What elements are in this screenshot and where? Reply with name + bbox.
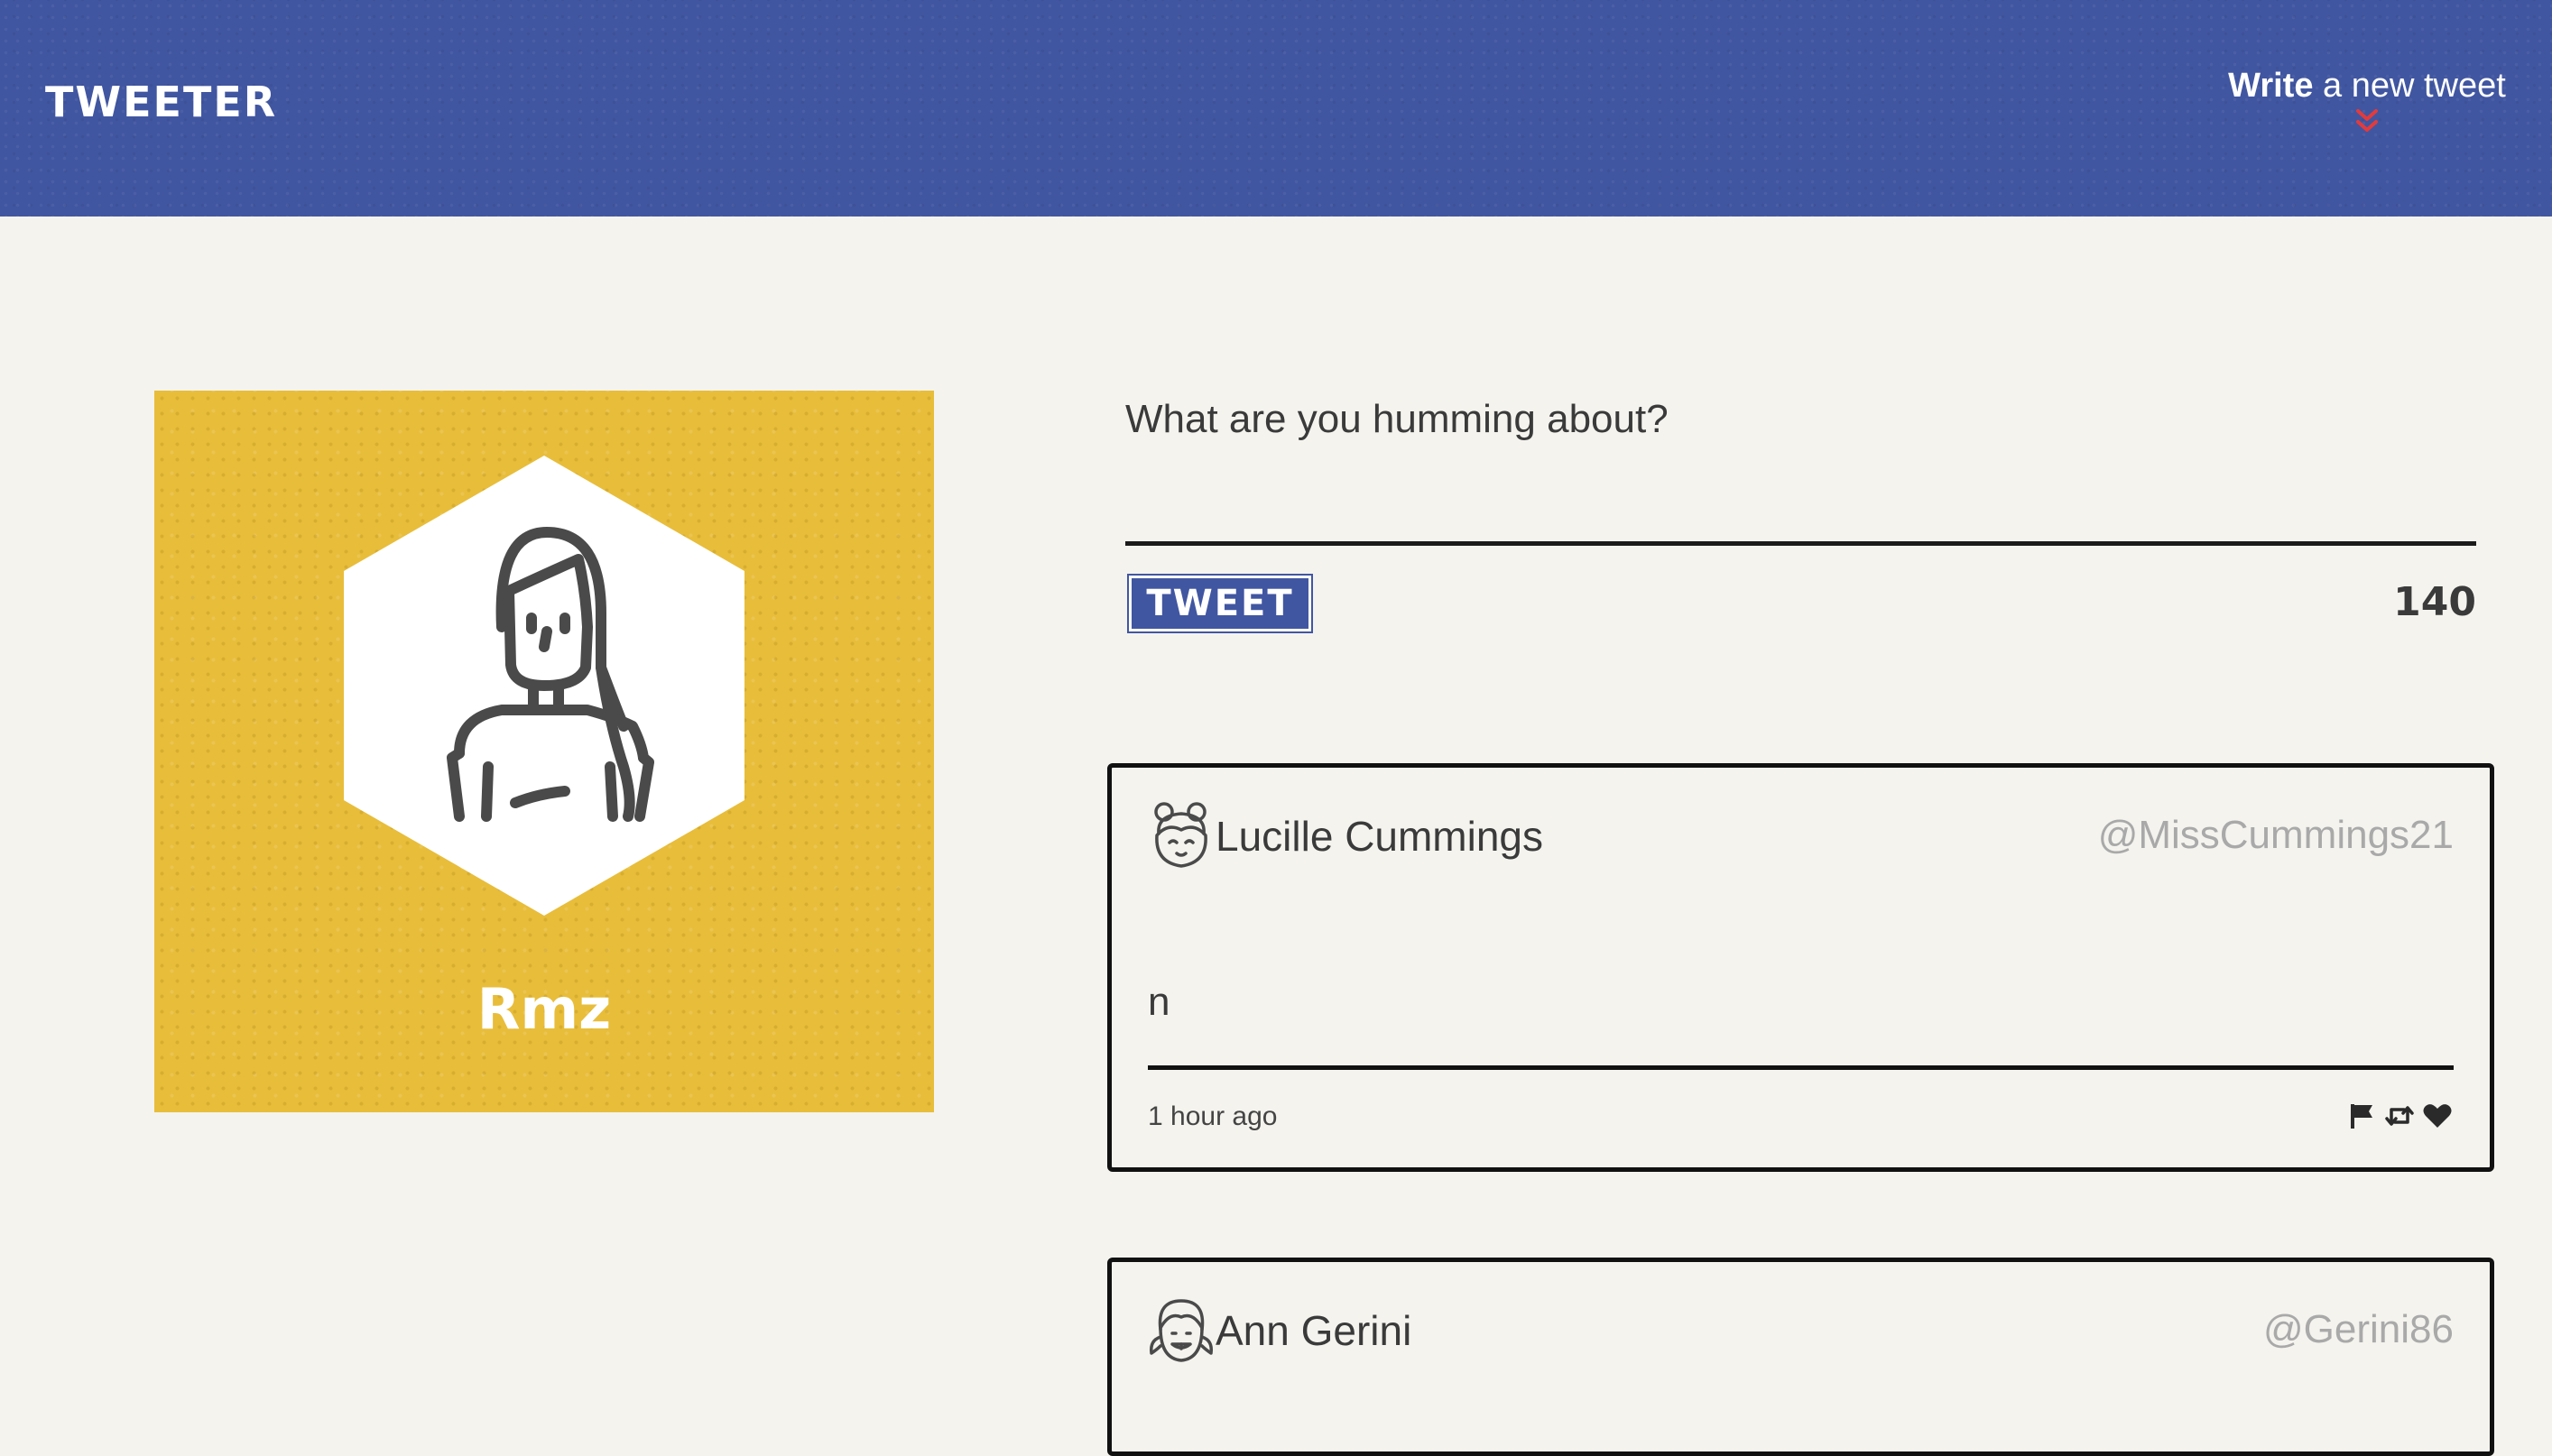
author-name: Ann Gerini [1216,1307,1412,1354]
compose-toggle-text: a new tweet [2313,67,2506,105]
profile-name: Rmz [476,976,612,1042]
heart-icon[interactable] [2421,1100,2454,1132]
tweet-divider [1148,1065,2454,1070]
double-chevron-down-icon [2356,109,2378,132]
tweet-content: n [1148,980,1170,1024]
profile-avatar [344,456,744,916]
brand-logo[interactable]: TWEETER [45,81,277,123]
tweet-card: Ann Gerini @Gerini86 [1107,1258,2494,1456]
author-handle: @Gerini86 [2263,1307,2454,1351]
compose-toggle-strong: Write [2228,67,2314,105]
flag-icon[interactable] [2345,1100,2378,1132]
retweet-icon[interactable] [2383,1100,2416,1132]
tweet-text-input[interactable] [1125,379,2476,546]
author-handle: @MissCummings21 [2097,813,2454,857]
character-counter: 140 [2393,579,2476,625]
tweet-actions [2345,1100,2454,1132]
top-nav: TWEETER Write a new tweet [0,0,2552,217]
profile-card: Rmz [154,391,934,1112]
tweet-card: Lucille Cummings @MissCummings21 n 1 hou… [1107,763,2494,1172]
girl-buns-avatar-icon [1154,802,1207,868]
tweet-header: Ann Gerini @Gerini86 [1148,1294,2454,1366]
write-new-tweet-toggle[interactable]: Write a new tweet [2218,69,2516,135]
girl-pigtails-avatar-icon [1149,1299,1214,1362]
new-tweet-form: TWEET 140 [1125,379,2476,650]
author-name: Lucille Cummings [1216,813,1544,860]
tweet-submit-button[interactable]: TWEET [1129,576,1311,631]
tweet-header: Lucille Cummings @MissCummings21 [1148,799,2454,871]
tweet-timestamp: 1 hour ago [1148,1101,1278,1131]
